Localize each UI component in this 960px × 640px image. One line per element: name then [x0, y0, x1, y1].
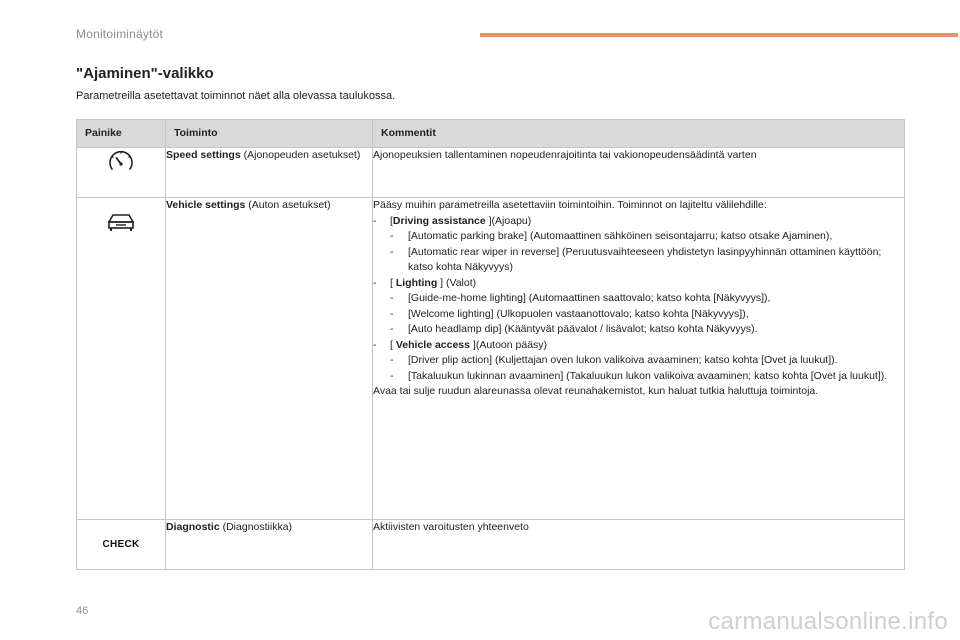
comment-cell: Pääsy muihin parametreilla asetettaviin …: [372, 197, 905, 520]
function-cell: Vehicle settings (Auton asetukset): [165, 197, 373, 520]
list-item: - [Automatic parking brake] (Automaattine…: [390, 230, 833, 242]
list-item: - [Guide-me-home lighting] (Automaattinen…: [390, 292, 771, 304]
list-item: - [Driver plip action] (Kuljettajan oven …: [390, 354, 838, 366]
function-cell: Diagnostic (Diagnostiikka): [165, 519, 373, 570]
column-header-button: Painike: [76, 119, 166, 148]
list-item: - [Automatic rear wiper in reverse] (Peru…: [390, 245, 882, 274]
tab-lighting: -[ Lighting ] (Valot): [373, 276, 477, 289]
function-translation: (Ajonopeuden asetukset): [240, 149, 361, 161]
tab-vehicle-access: -[ Vehicle access ](Autoon pääsy): [373, 338, 548, 351]
header-accent-bar: [480, 33, 958, 37]
icon-cell: [76, 147, 166, 198]
function-translation: (Diagnostiikka): [219, 521, 293, 533]
comment-outro: Avaa tai sulje ruudun alareunassa olevat…: [373, 385, 819, 397]
function-translation: (Auton asetukset): [245, 199, 331, 211]
table-header-row: Painike Toiminto Kommentit: [76, 119, 905, 148]
column-header-function: Toiminto: [165, 119, 373, 148]
icon-cell: [76, 197, 166, 520]
list-item: - [Auto headlamp dip] (Kääntyvät päävalot…: [390, 323, 758, 335]
watermark: carmanualsonline.info: [708, 608, 948, 635]
table-row: Speed settings (Ajonopeuden asetukset) A…: [76, 147, 905, 198]
page-number: 46: [76, 605, 89, 617]
icon-cell: CHECK: [76, 519, 166, 570]
comment-text: Ajonopeuksien tallentaminen nopeudenrajo…: [373, 149, 757, 161]
speedometer-icon: [107, 150, 135, 177]
comment-intro: Pääsy muihin parametreilla asetettaviin …: [373, 199, 767, 211]
tab-driving-assistance: - [Driving assistance ](Ajoapu): [373, 214, 532, 227]
car-icon: [106, 214, 136, 235]
comment-text: Aktiivisten varoitusten yhteenveto: [373, 521, 529, 533]
list-item: - [Takaluukun lukinnan avaaminen] (Takalu…: [390, 369, 888, 382]
function-cell: Speed settings (Ajonopeuden asetukset): [165, 147, 373, 198]
function-name: Diagnostic: [166, 521, 220, 533]
section-intro: Parametreilla asetettavat toiminnot näet…: [76, 90, 396, 102]
column-header-comments: Kommentit: [372, 119, 905, 148]
comment-cell: Ajonopeuksien tallentaminen nopeudenrajo…: [372, 147, 905, 198]
comment-cell: Aktiivisten varoitusten yhteenveto: [372, 519, 905, 570]
function-name: Vehicle settings: [166, 199, 246, 211]
table-row: CHECK Diagnostic (Diagnostiikka) Aktiivi…: [76, 519, 905, 570]
header-title: Monitoiminäytöt: [76, 27, 164, 41]
table-row: Vehicle settings (Auton asetukset) Pääsy…: [76, 197, 905, 520]
check-button-label: CHECK: [102, 539, 140, 550]
list-item: - [Welcome lighting] (Ulkopuolen vastaano…: [390, 307, 749, 320]
parameters-table: Painike Toiminto Kommentit Speed setting…: [76, 119, 905, 570]
section-title: "Ajaminen"-valikko: [76, 65, 214, 82]
function-name: Speed settings: [166, 149, 241, 161]
